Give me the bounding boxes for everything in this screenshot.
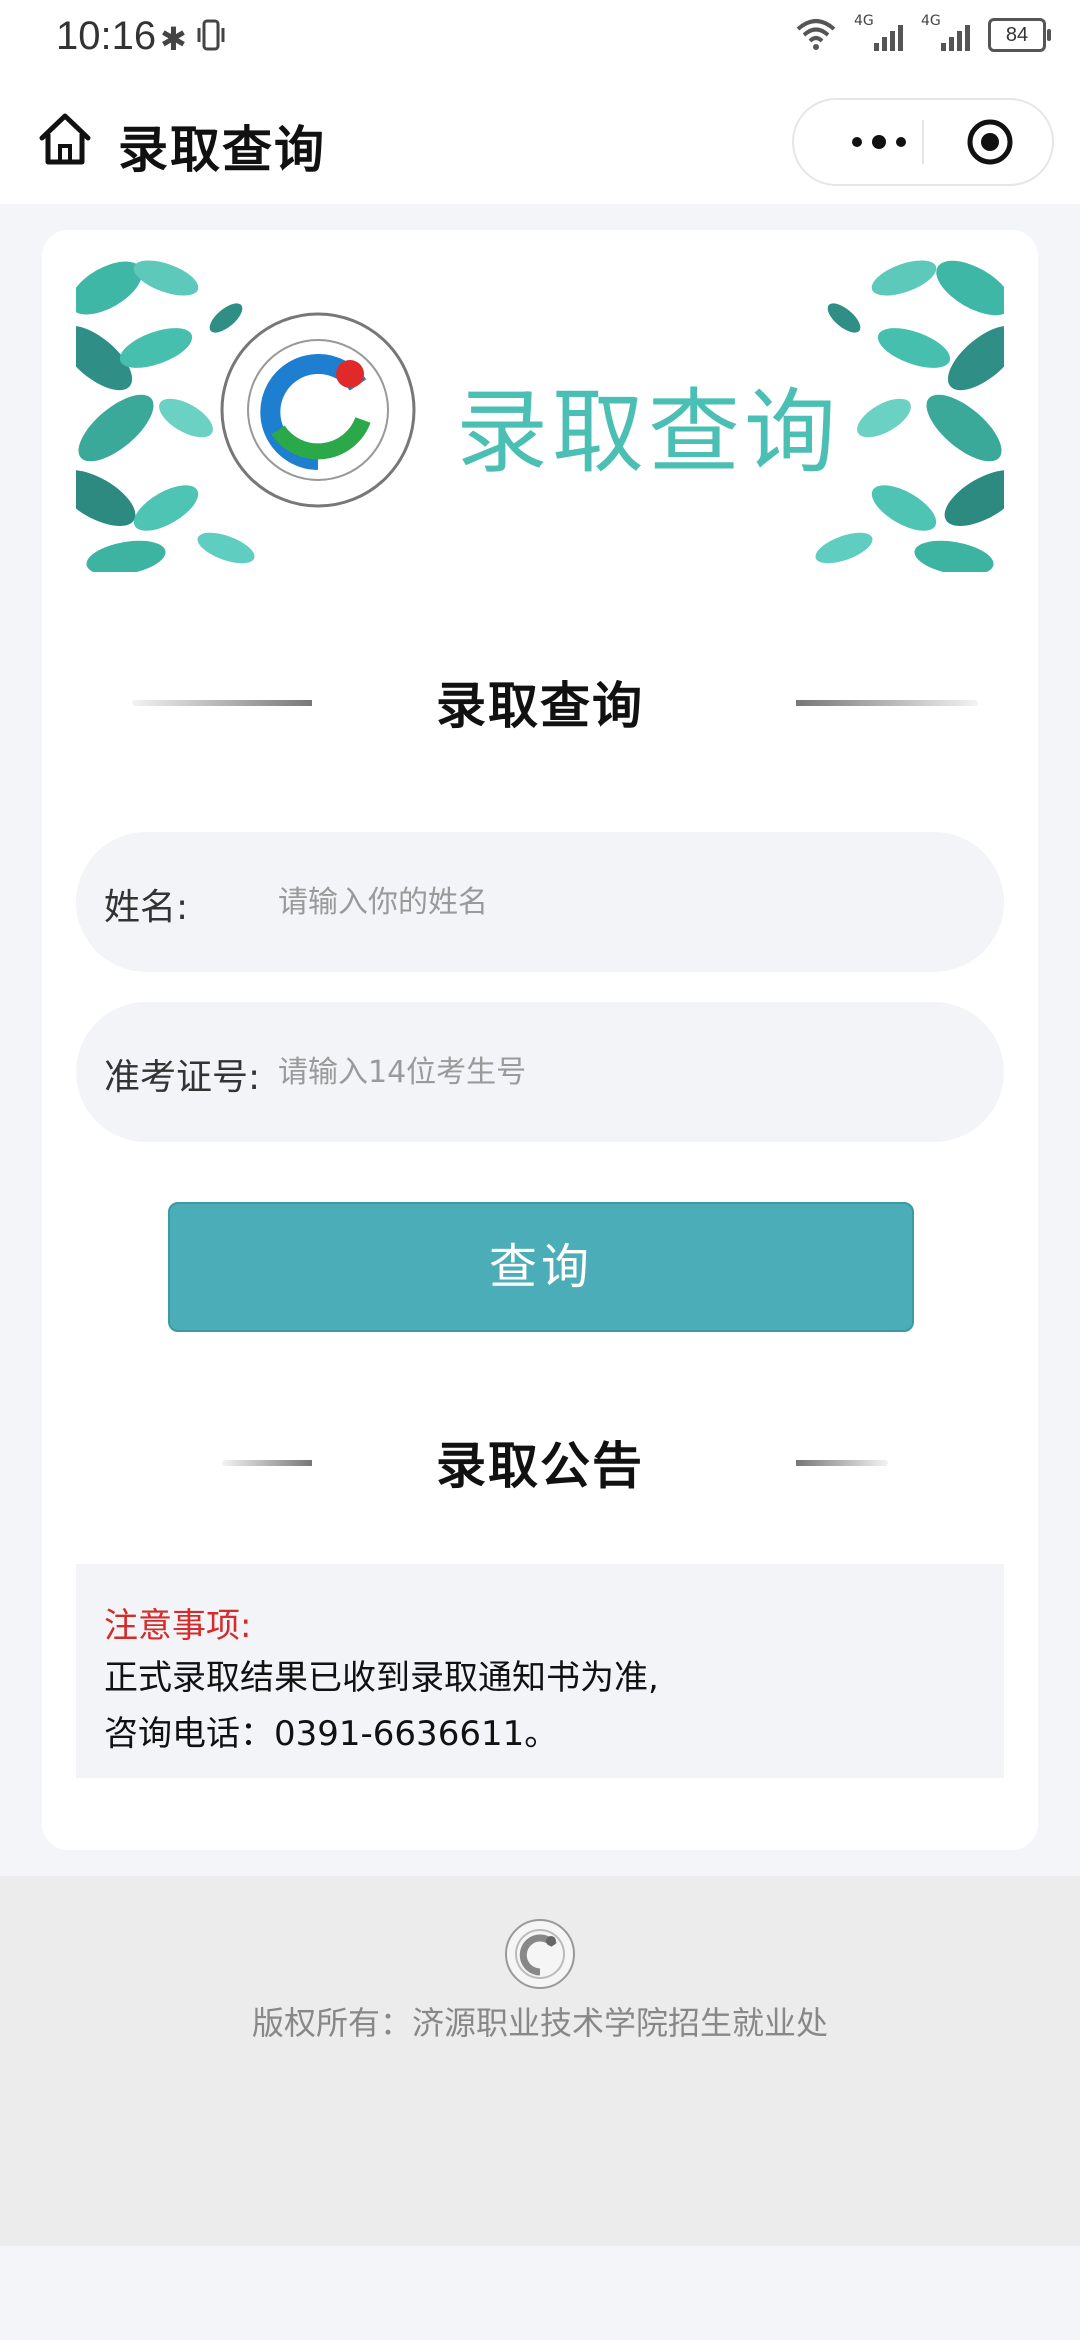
battery-indicator: 84 xyxy=(988,18,1051,52)
notice-divider-right xyxy=(796,1460,888,1466)
name-label: 姓名: xyxy=(104,887,189,928)
status-time: 10:16 xyxy=(56,14,157,58)
wifi-icon xyxy=(796,19,836,50)
target-circle-icon[interactable] xyxy=(966,118,1014,166)
exam-number-input[interactable] xyxy=(276,1038,960,1106)
notice-section-heading: 录取公告 xyxy=(42,1426,1038,1496)
college-seal-logo xyxy=(220,312,416,508)
capsule-divider xyxy=(922,120,924,164)
name-field-row: 姓名: xyxy=(76,832,1004,972)
more-dots-icon[interactable] xyxy=(824,126,934,158)
footer: 版权所有：济源职业技术学院招生就业处 xyxy=(0,1876,1080,2246)
notice-heading-text: 录取公告 xyxy=(436,1437,644,1495)
notice-line-2: 咨询电话：0391-6636611。 xyxy=(104,1714,559,1754)
cellular-signal-icon-2: 4G xyxy=(921,13,970,51)
exam-number-label: 准考证号: xyxy=(104,1057,261,1098)
home-icon[interactable] xyxy=(36,110,94,168)
name-input[interactable] xyxy=(276,868,960,936)
status-bar: 10:16 ✱ 4G 4G 84 xyxy=(0,0,1080,80)
mini-program-capsule xyxy=(792,98,1054,186)
nav-bar: 录取查询 xyxy=(0,80,1080,204)
network-type-2: 4G xyxy=(921,13,941,29)
banner-title: 录取查询 xyxy=(456,379,841,486)
query-button[interactable]: 查询 xyxy=(168,1202,914,1332)
notice-line-1: 正式录取结果已收到录取通知书为准, xyxy=(104,1658,659,1698)
notice-box: 注意事项: 正式录取结果已收到录取通知书为准, 咨询电话：0391-663661… xyxy=(76,1564,1004,1778)
banner: 录取查询 xyxy=(76,258,1004,572)
copyright-text: 版权所有：济源职业技术学院招生就业处 xyxy=(251,2004,828,2042)
bluetooth-icon: ✱ xyxy=(160,20,187,58)
footer-logo xyxy=(505,1919,575,1989)
heading-divider-right xyxy=(796,700,978,706)
exam-number-field-row: 准考证号: xyxy=(76,1002,1004,1142)
main-card: 录取查询 录取查询 姓名: 准考证号: 查询 录取公告 注意事项: 正式录取结果… xyxy=(42,230,1038,1850)
query-section-heading: 录取查询 xyxy=(42,666,1038,736)
vibrate-icon xyxy=(197,19,225,51)
network-type-1: 4G xyxy=(854,13,874,29)
cellular-signal-icon: 4G xyxy=(854,13,903,51)
page-title: 录取查询 xyxy=(118,121,326,179)
notice-title: 注意事项: xyxy=(104,1606,252,1646)
